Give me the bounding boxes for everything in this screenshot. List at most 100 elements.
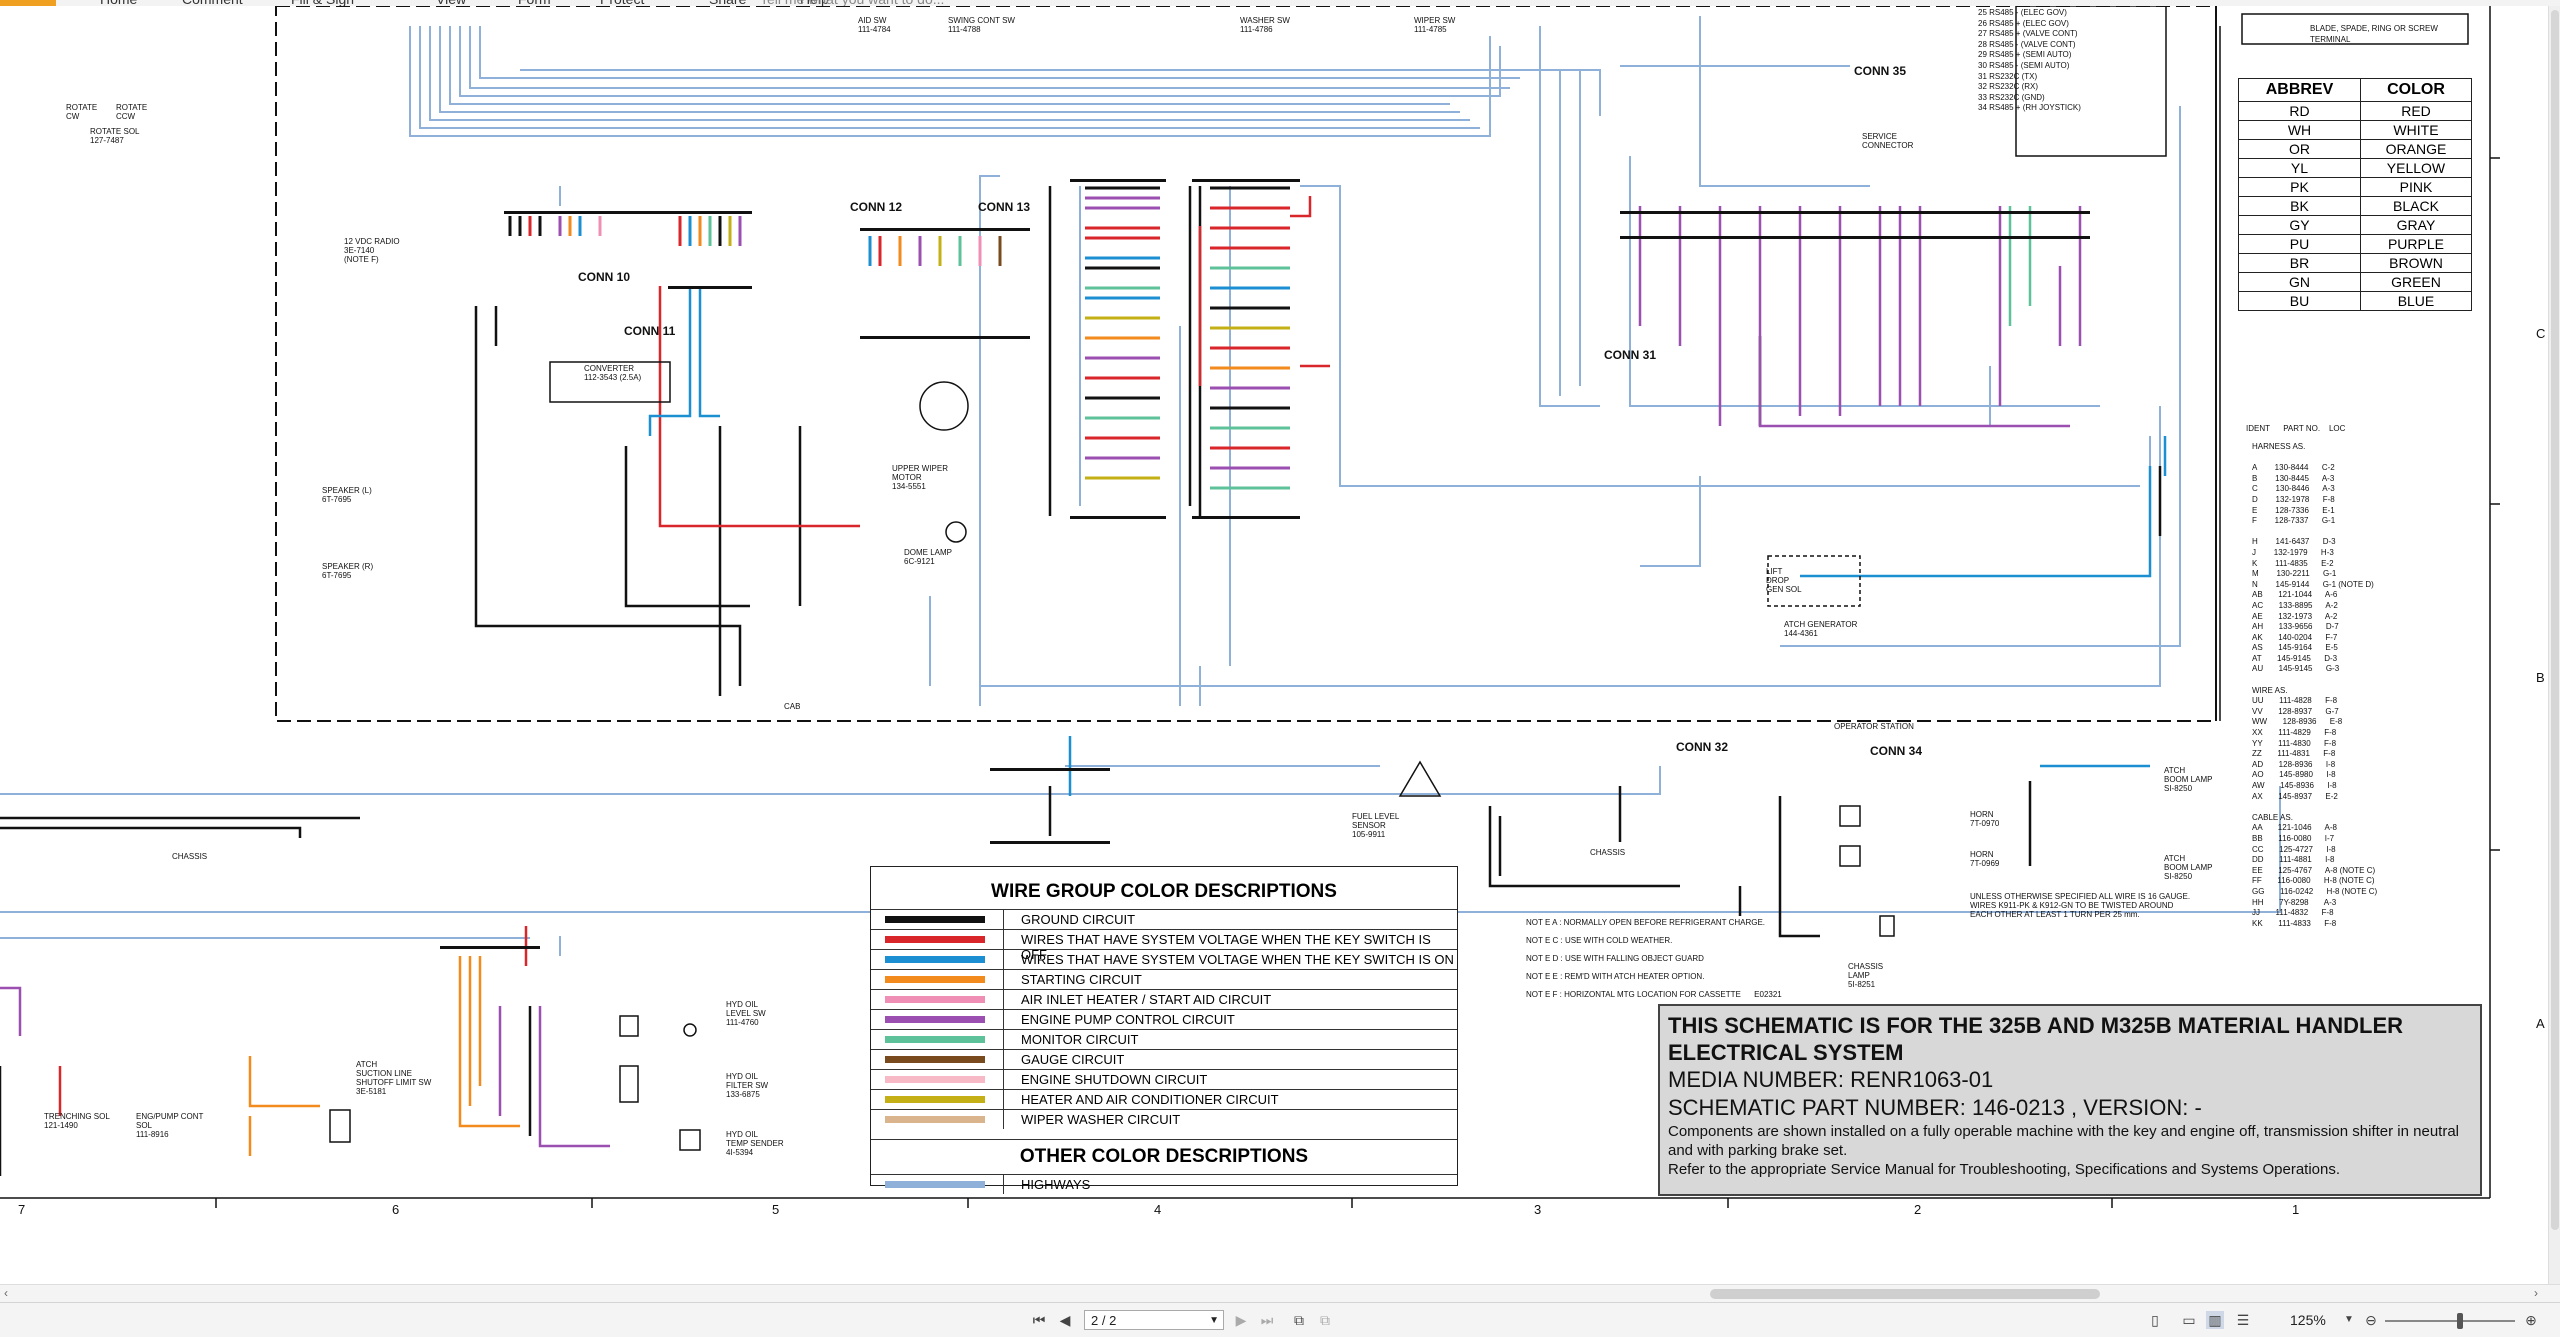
component-label: ENG/PUMP CONT SOL 111-8916 [136, 1112, 204, 1139]
component-label: CONN 35 [1854, 64, 1907, 78]
wire-group-row: MONITOR CIRCUIT [871, 1029, 1457, 1049]
component-label: WIPER SW 111-4785 [1414, 16, 1456, 34]
chevron-down-icon: ▼ [1209, 1315, 1219, 1326]
schematic-title-block: THIS SCHEMATIC IS FOR THE 325B AND M325B… [1658, 1004, 2482, 1196]
last-page-icon[interactable]: ⏭ [1258, 1311, 1276, 1329]
component-label: NOT E A : NORMALLY OPEN BEFORE REFRIGERA… [1526, 918, 1782, 999]
component-label: SPEAKER (L) 6T-7695 [322, 486, 372, 504]
component-label: LIFT DROP GEN SOL [1766, 567, 1802, 594]
component-label: FUEL LEVEL SENSOR 105-9911 [1352, 812, 1400, 839]
wire-color-swatch [885, 976, 985, 983]
abbrev-row: YL YELLOW [2238, 158, 2473, 178]
abbrev-row: GN GREEN [2238, 272, 2473, 292]
wire-group-label: WIPER WASHER CIRCUIT [1021, 1112, 1181, 1127]
zoom-dropdown-icon[interactable]: ▼ [2340, 1311, 2358, 1329]
horizontal-scroll-thumb[interactable] [1710, 1289, 2100, 1299]
color-name-cell: GRAY [2359, 215, 2473, 235]
wire-group-label: MONITOR CIRCUIT [1021, 1032, 1139, 1047]
component-label: HORN 7T-0969 [1970, 850, 2000, 868]
wire-color-swatch [885, 956, 985, 963]
component-label: TRENCHING SOL 121-1490 [44, 1112, 110, 1130]
wire-group-row: GAUGE CIRCUIT [871, 1049, 1457, 1069]
wire-group-row: STARTING CIRCUIT [871, 969, 1457, 989]
component-label: ROTATE SOL 127-7487 [90, 127, 140, 145]
component-label: CONN 13 [978, 200, 1031, 214]
page-number-value: 2 / 2 [1091, 1313, 1117, 1328]
wire-group-label: GROUND CIRCUIT [1021, 912, 1136, 927]
color-name-cell: YELLOW [2359, 158, 2473, 178]
component-label: CHASSIS [172, 852, 208, 861]
next-view-icon[interactable]: ⧉ [1316, 1311, 1334, 1329]
first-page-icon[interactable]: ⏮ [1030, 1311, 1048, 1329]
component-label: DOME LAMP 6C-9121 [904, 548, 953, 566]
wire-group-row: HEATER AND AIR CONDITIONER CIRCUIT [871, 1089, 1457, 1109]
zone-number: 2 [1914, 1202, 1922, 1217]
abbrev-cell: GY [2238, 215, 2361, 235]
wire-group-row: WIPER WASHER CIRCUIT [871, 1109, 1457, 1129]
page-number-select[interactable]: 2 / 2 ▼ [1084, 1310, 1224, 1330]
abbrev-cell: OR [2238, 139, 2361, 159]
wire-color-swatch [885, 1116, 985, 1123]
scroll-facing-view-icon[interactable]: ☰ [2234, 1311, 2252, 1329]
component-label: ATCH BOOM LAMP SI-8250 [2164, 766, 2213, 793]
row-divider [1003, 1175, 1004, 1194]
vertical-scrollbar[interactable] [2548, 6, 2560, 1284]
row-divider [1003, 1070, 1004, 1089]
zoom-slider[interactable] [2385, 1313, 2515, 1329]
abbrev-row: RD RED [2238, 101, 2473, 121]
wire-color-swatch [885, 1076, 985, 1083]
zone-number: 4 [1154, 1202, 1162, 1217]
vertical-scroll-thumb[interactable] [2551, 10, 2559, 1230]
zone-letter: B [2536, 670, 2545, 685]
wire-group-title: WIRE GROUP COLOR DESCRIPTIONS [991, 881, 1337, 902]
continuous-view-icon[interactable]: ▭ [2180, 1311, 2198, 1329]
color-name-cell: BLUE [2359, 291, 2473, 311]
other-color-rows: HIGHWAYS [871, 1174, 1457, 1194]
facing-view-icon[interactable]: ▥ [2206, 1311, 2224, 1329]
wire-group-label: STARTING CIRCUIT [1021, 972, 1142, 987]
zoom-in-icon[interactable]: ⊕ [2522, 1311, 2540, 1329]
color-name-cell: GREEN [2359, 272, 2473, 292]
row-divider [1003, 1090, 1004, 1109]
abbrev-row: BK BLACK [2238, 196, 2473, 216]
scroll-right-icon[interactable]: › [2534, 1286, 2538, 1300]
next-page-icon[interactable]: ▶ [1232, 1311, 1250, 1329]
component-label: CONN 31 [1604, 348, 1657, 362]
row-divider [1003, 1030, 1004, 1049]
abbrev-cell: YL [2238, 158, 2361, 178]
component-label: ATCH SUCTION LINE SHUTOFF LIMIT SW 3E-51… [356, 1060, 432, 1096]
previous-page-icon[interactable]: ◀ [1056, 1311, 1074, 1329]
wire-group-label: HIGHWAYS [1021, 1177, 1091, 1192]
scroll-left-icon[interactable]: ‹ [4, 1286, 8, 1300]
component-label: HORN 7T-0970 [1970, 810, 2000, 828]
zoom-slider-knob[interactable] [2457, 1313, 2463, 1329]
wire-color-swatch [885, 996, 985, 1003]
abbrev-cell: PU [2238, 234, 2361, 254]
abbrev-row: BU BLUE [2238, 291, 2473, 311]
installation-note: Components are shown installed on a full… [1668, 1123, 2460, 1159]
component-label: OPERATOR STATION [1834, 722, 1914, 731]
abbrev-row: GY GRAY [2238, 215, 2473, 235]
harness-part-list: HARNESS AS. A 130-8444 C-2 B 130-8445 A-… [2252, 442, 2378, 928]
abbrev-cell: BU [2238, 291, 2361, 311]
abbrev-cell: BK [2238, 196, 2361, 216]
previous-view-icon[interactable]: ⧉ [1290, 1311, 1308, 1329]
zoom-level[interactable]: 125% [2290, 1312, 2326, 1328]
wire-color-swatch [885, 1096, 985, 1103]
component-label: CONVERTER 112-3543 (2.5A) [584, 364, 642, 382]
zoom-out-icon[interactable]: ⊖ [2362, 1311, 2380, 1329]
wire-color-swatch [885, 936, 985, 943]
single-page-view-icon[interactable]: ▯ [2146, 1311, 2164, 1329]
component-label: 12 VDC RADIO 3E-7140 (NOTE F) [344, 237, 400, 264]
row-divider [1003, 1050, 1004, 1069]
horizontal-scrollbar[interactable]: ‹ › [0, 1284, 2560, 1303]
component-label: AID SW 111-4784 [858, 16, 891, 34]
component-label: SPEAKER (R) 6T-7695 [322, 562, 374, 580]
color-name-cell: ORANGE [2359, 139, 2473, 159]
wire-group-row: AIR INLET HEATER / START AID CIRCUIT [871, 989, 1457, 1009]
component-label: UNLESS OTHERWISE SPECIFIED ALL WIRE IS 1… [1970, 892, 2191, 919]
wire-group-label: HEATER AND AIR CONDITIONER CIRCUIT [1021, 1092, 1279, 1107]
wire-group-row: HIGHWAYS [871, 1174, 1457, 1194]
component-label: ATCH GENERATOR 144-4361 [1784, 620, 1858, 638]
component-label: HYD OIL TEMP SENDER 4I-5394 [726, 1130, 784, 1157]
